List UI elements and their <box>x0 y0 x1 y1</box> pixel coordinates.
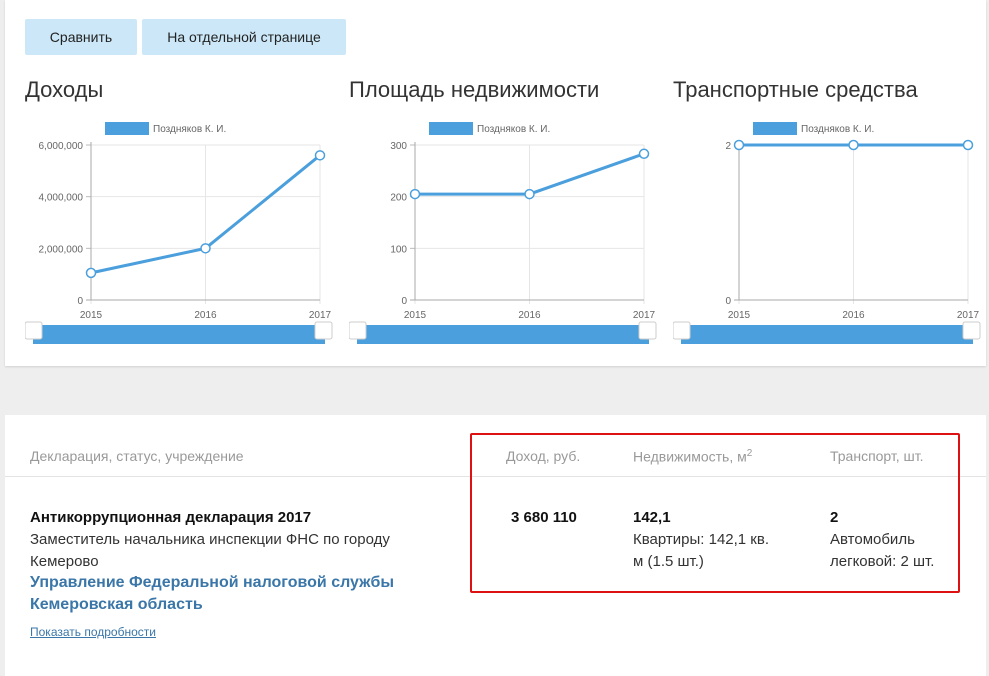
highlight-box <box>470 433 960 593</box>
range-slider-handle-left[interactable] <box>673 321 691 340</box>
range-slider-handle-right[interactable] <box>638 321 657 340</box>
legend-label: Поздняков К. И. <box>477 124 550 135</box>
x-tick-label: 2016 <box>194 310 217 321</box>
y-tick-label: 0 <box>77 296 83 307</box>
x-tick-label: 2016 <box>518 310 541 321</box>
organization-link[interactable]: Управление Федеральной налоговой службы … <box>30 572 450 616</box>
y-tick-label: 6,000,000 <box>39 141 84 152</box>
declaration-position: Заместитель начальника инспекции ФНС по … <box>30 531 390 570</box>
y-tick-label: 0 <box>725 296 731 307</box>
data-point <box>409 188 421 200</box>
legend-swatch <box>105 122 149 135</box>
declaration-title: Антикоррупционная декларация 2017 <box>30 509 312 526</box>
legend-label: Поздняков К. И. <box>153 124 226 135</box>
y-tick-label: 4,000,000 <box>39 193 84 204</box>
transport-chart-svg: Поздняков К. И. 0 2 2015 2016 2017 <box>673 122 981 344</box>
x-tick-label: 2017 <box>957 310 980 321</box>
realty-chart: Площадь недвижимости Поздняков К. И. 0 100… <box>349 72 665 347</box>
range-slider-track <box>357 325 649 344</box>
realty-chart-svg: Поздняков К. И. 0 100 200 300 2015 2016 2017 <box>349 122 657 344</box>
x-tick-label: 2015 <box>404 310 427 321</box>
legend-label: Поздняков К. И. <box>801 124 874 135</box>
y-tick-label: 2 <box>725 141 731 152</box>
transport-chart: Транспортные средства Поздняков К. И. 0 2 2… <box>673 72 989 347</box>
range-slider-handle-left[interactable] <box>25 321 43 340</box>
x-tick-label: 2017 <box>633 310 656 321</box>
range-slider-track <box>681 325 973 344</box>
x-tick-label: 2015 <box>728 310 751 321</box>
data-point <box>733 139 745 151</box>
income-chart: Доходы Поздняков К. И. 0 2,000,000 4,000,00… <box>25 72 341 347</box>
legend-swatch <box>753 122 797 135</box>
compare-button[interactable]: Сравнить <box>25 19 137 55</box>
data-point <box>848 139 859 151</box>
legend-swatch <box>429 122 473 135</box>
data-point <box>638 148 650 160</box>
data-point <box>314 150 326 161</box>
y-tick-label: 100 <box>390 244 407 255</box>
x-tick-label: 2016 <box>842 310 865 321</box>
x-tick-label: 2017 <box>309 310 332 321</box>
y-tick-label: 300 <box>390 141 407 152</box>
data-point <box>524 188 535 200</box>
y-tick-label: 2,000,000 <box>39 244 84 255</box>
income-chart-svg: Поздняков К. И. 0 2,000,000 4,000,000 6,000,… <box>25 122 333 344</box>
data-point <box>85 267 97 279</box>
range-slider-track <box>33 325 325 344</box>
range-slider-handle-right[interactable] <box>962 321 981 340</box>
show-details-link[interactable]: Показать подробности <box>30 625 156 639</box>
y-tick-label: 200 <box>390 193 407 204</box>
y-tick-label: 0 <box>401 296 407 307</box>
data-point <box>200 243 211 254</box>
x-tick-label: 2015 <box>80 310 103 321</box>
separate-page-button[interactable]: На отдельной странице <box>142 19 346 55</box>
range-slider-handle-right[interactable] <box>314 321 333 340</box>
header-declaration: Декларация, статус, учреждение <box>30 448 244 464</box>
data-point <box>962 139 974 151</box>
range-slider-handle-left[interactable] <box>349 321 367 340</box>
